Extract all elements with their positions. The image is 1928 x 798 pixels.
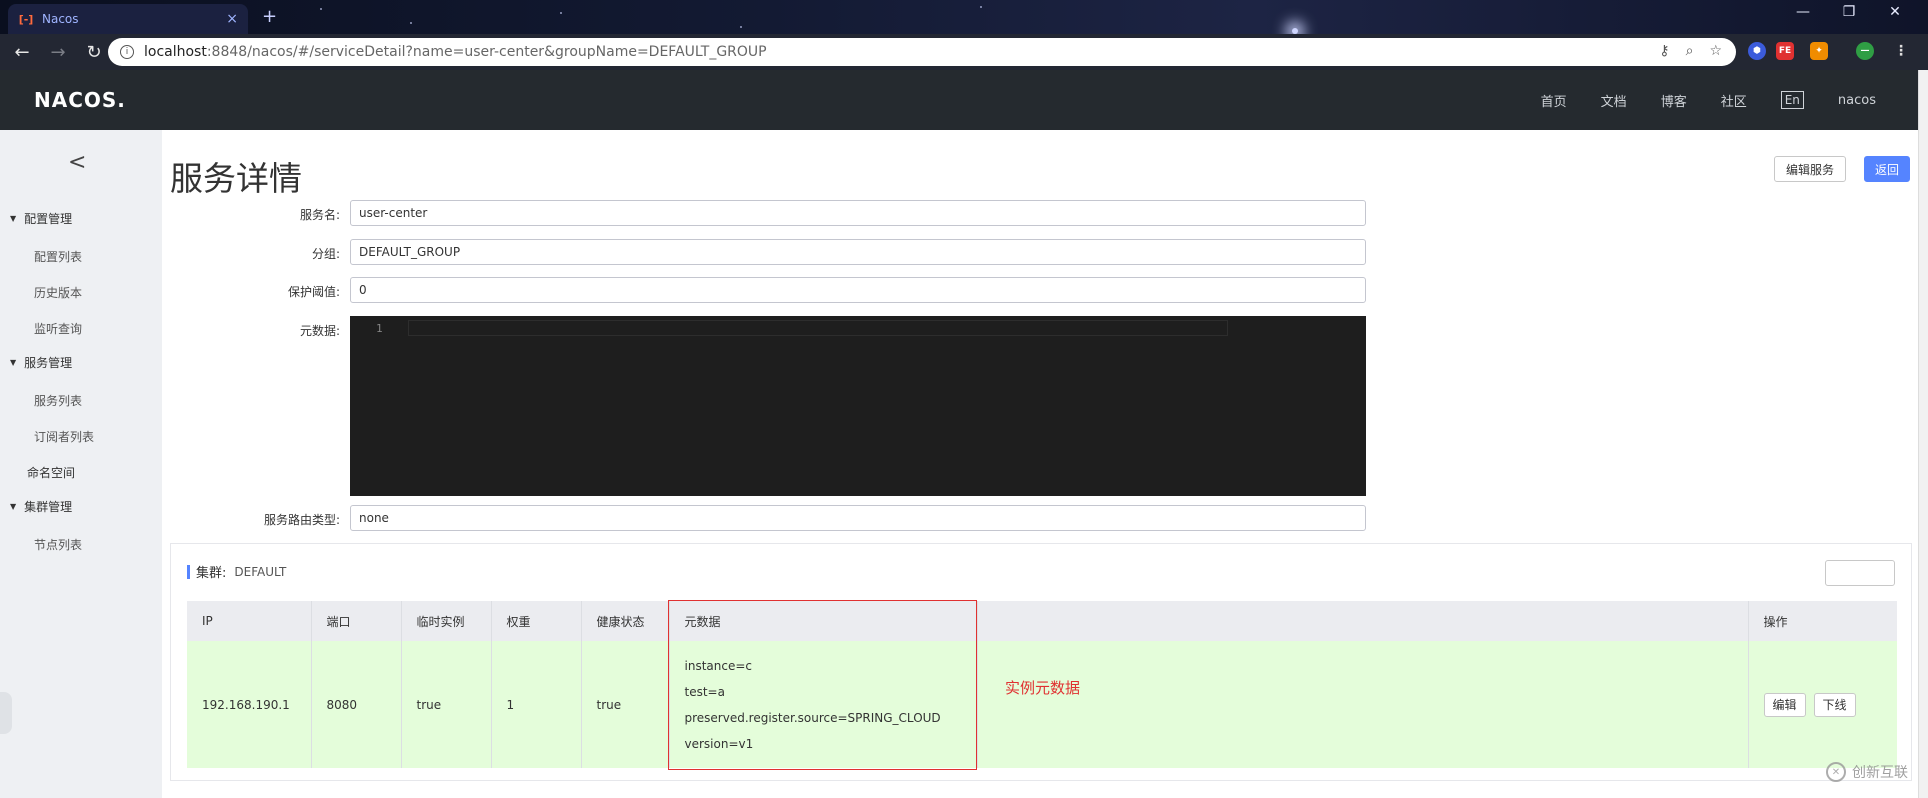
close-window-button[interactable]: ✕ xyxy=(1872,4,1918,20)
cluster-config-button[interactable] xyxy=(1825,560,1895,586)
group-field[interactable]: DEFAULT_GROUP xyxy=(350,239,1366,265)
col-ip: IP xyxy=(187,601,312,641)
star-dot xyxy=(410,22,412,24)
caret-down-icon: ▼ xyxy=(10,502,17,511)
url-path: :8848/nacos/#/serviceDetail?name=user-ce… xyxy=(206,44,767,60)
threshold-label: 保护阈值: xyxy=(287,285,340,299)
extension-fire-icon[interactable]: ✦ xyxy=(1810,42,1828,60)
col-spacer xyxy=(977,601,1749,641)
sidebar-handle[interactable] xyxy=(0,692,12,734)
cluster-header: 集群: DEFAULT xyxy=(187,562,286,581)
watermark: ✕ 创新互联 xyxy=(1826,762,1908,782)
sidebar-item-config-list[interactable]: 配置列表 xyxy=(34,248,82,265)
app-header: NACOS. 首页 文档 博客 社区 En nacos xyxy=(0,70,1918,130)
threshold-field[interactable]: 0 xyxy=(350,277,1366,303)
sidebar-item-namespace[interactable]: 命名空间 xyxy=(27,464,75,481)
service-name-label: 服务名: xyxy=(299,208,340,222)
col-ephemeral: 临时实例 xyxy=(401,601,492,641)
cell-ip: 192.168.190.1 xyxy=(187,641,312,768)
minimize-button[interactable]: — xyxy=(1780,4,1826,20)
cluster-name: DEFAULT xyxy=(234,564,287,579)
forward-arrow-icon[interactable]: → xyxy=(44,38,72,66)
tab-title: Nacos xyxy=(42,12,79,26)
back-button[interactable]: 返回 xyxy=(1864,156,1910,182)
metadata-highlight-box xyxy=(668,600,977,770)
bookmark-star-icon[interactable]: ☆ xyxy=(1709,43,1722,59)
cell-actions: 编辑 下线 xyxy=(1748,641,1897,768)
group-label: 分组: xyxy=(311,247,340,261)
browser-titlebar: [-] Nacos × + — ❐ ✕ xyxy=(0,0,1928,34)
offline-instance-button[interactable]: 下线 xyxy=(1813,692,1856,717)
nav-home[interactable]: 首页 xyxy=(1541,91,1567,110)
star-dot xyxy=(980,6,982,8)
top-nav: 首页 文档 博客 社区 En nacos xyxy=(1507,70,1876,130)
user-name[interactable]: nacos xyxy=(1838,93,1876,108)
metadata-editor[interactable]: 1 xyxy=(350,316,1366,496)
menu-group-cluster[interactable]: ▼ 集群管理 xyxy=(10,498,72,515)
sidebar: < ▼ 配置管理 配置列表 历史版本 监听查询 ▼ 服务管理 服务列表 订阅者列… xyxy=(0,130,162,798)
accent-bar xyxy=(187,564,190,579)
cell-ephemeral: true xyxy=(401,641,492,768)
service-name-field[interactable]: user-center xyxy=(350,200,1366,226)
nav-community[interactable]: 社区 xyxy=(1721,91,1747,110)
menu-group-config[interactable]: ▼ 配置管理 xyxy=(10,210,72,227)
cell-port: 8080 xyxy=(311,641,402,768)
table-row: 192.168.190.1 8080 true 1 true instance=… xyxy=(187,641,1897,768)
sidebar-item-subscribers[interactable]: 订阅者列表 xyxy=(34,428,94,445)
sidebar-item-history[interactable]: 历史版本 xyxy=(34,284,82,301)
page-scrollbar[interactable] xyxy=(1918,70,1928,798)
restore-button[interactable]: ❐ xyxy=(1826,4,1872,20)
current-line-highlight xyxy=(408,320,1228,336)
annotation-label: 实例元数据 xyxy=(1005,679,1081,697)
edit-service-button[interactable]: 编辑服务 xyxy=(1774,156,1846,182)
sidebar-item-service-list[interactable]: 服务列表 xyxy=(34,392,82,409)
line-number: 1 xyxy=(376,322,383,335)
nav-blog[interactable]: 博客 xyxy=(1661,91,1687,110)
cluster-panel: 集群: DEFAULT IP 端口 临时实例 权重 健康状态 元数据 操作 19… xyxy=(170,543,1912,781)
caret-down-icon: ▼ xyxy=(10,214,17,223)
page-title: 服务详情 xyxy=(170,159,302,198)
caret-down-icon: ▼ xyxy=(10,358,17,367)
cell-spacer xyxy=(977,641,1749,768)
language-toggle[interactable]: En xyxy=(1780,91,1804,109)
sidebar-item-listener[interactable]: 监听查询 xyxy=(34,320,82,337)
browser-menu-icon[interactable]: ⋮ xyxy=(1892,42,1910,60)
edit-instance-button[interactable]: 编辑 xyxy=(1763,692,1806,717)
cluster-label: 集群: xyxy=(196,566,227,581)
reload-icon[interactable]: ↻ xyxy=(80,38,108,66)
zoom-icon[interactable]: ⌕ xyxy=(1686,43,1694,59)
site-info-icon[interactable]: i xyxy=(120,45,134,59)
col-health: 健康状态 xyxy=(581,601,670,641)
route-type-label: 服务路由类型: xyxy=(263,513,340,527)
sidebar-item-nodes[interactable]: 节点列表 xyxy=(34,536,82,553)
route-type-field[interactable]: none xyxy=(350,505,1366,531)
star-dot xyxy=(560,12,562,14)
browser-toolbar: ← → ↻ i localhost :8848/nacos/#/serviceD… xyxy=(0,34,1928,70)
collapse-sidebar-icon[interactable]: < xyxy=(68,150,86,175)
col-actions: 操作 xyxy=(1748,601,1897,641)
extension-shield-icon[interactable]: ⬢ xyxy=(1748,42,1766,60)
key-icon[interactable]: ⚷ xyxy=(1659,43,1669,59)
nav-docs[interactable]: 文档 xyxy=(1601,91,1627,110)
extension-fe-icon[interactable]: FE xyxy=(1776,42,1794,60)
close-tab-icon[interactable]: × xyxy=(226,11,238,27)
metadata-label: 元数据: xyxy=(299,324,340,338)
nacos-favicon-icon: [-] xyxy=(18,12,34,26)
cell-health: true xyxy=(581,641,670,768)
url-host: localhost xyxy=(144,44,207,60)
watermark-logo-icon: ✕ xyxy=(1826,762,1846,782)
profile-avatar[interactable]: — xyxy=(1856,42,1874,60)
cell-weight: 1 xyxy=(491,641,582,768)
browser-tab[interactable]: [-] Nacos × xyxy=(8,4,248,34)
new-tab-button[interactable]: + xyxy=(262,6,277,27)
menu-group-service[interactable]: ▼ 服务管理 xyxy=(10,354,72,371)
col-port: 端口 xyxy=(311,601,402,641)
address-bar[interactable]: i localhost :8848/nacos/#/serviceDetail?… xyxy=(108,38,1736,66)
watermark-text: 创新互联 xyxy=(1852,765,1908,781)
star-dot xyxy=(320,8,322,10)
col-weight: 权重 xyxy=(491,601,582,641)
nacos-logo[interactable]: NACOS. xyxy=(34,88,126,112)
star-dot xyxy=(740,26,742,28)
back-arrow-icon[interactable]: ← xyxy=(8,38,36,66)
